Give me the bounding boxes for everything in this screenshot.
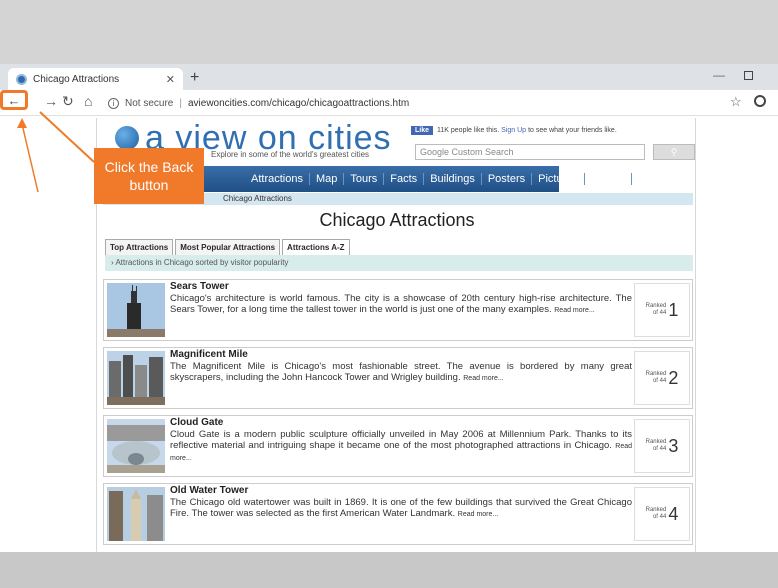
pointer-arrow-head — [17, 118, 27, 128]
callout-connector — [39, 111, 95, 163]
callout-arrows — [17, 111, 95, 193]
bottom-frame-band — [0, 552, 778, 588]
pointer-arrow-line — [21, 123, 39, 193]
